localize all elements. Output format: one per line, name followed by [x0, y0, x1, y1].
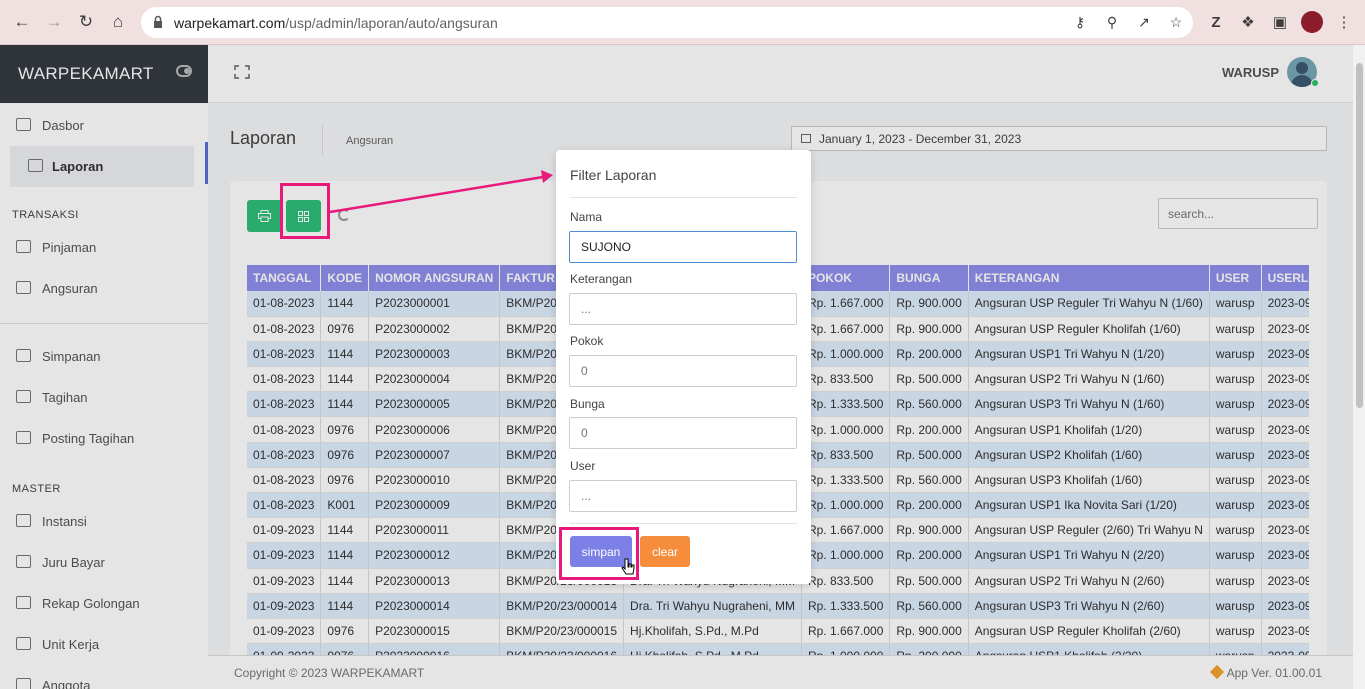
reload-icon[interactable]: ↻: [76, 12, 96, 32]
hand-cursor-icon: [621, 558, 635, 575]
kebab-menu-icon[interactable]: ⋮: [1335, 13, 1353, 31]
sidepanel-icon[interactable]: ▣: [1271, 13, 1289, 31]
forward-arrow-icon[interactable]: →: [44, 12, 64, 32]
share-icon[interactable]: ↗: [1135, 13, 1153, 31]
address-bar[interactable]: warpekamart.com/usp/admin/laporan/auto/a…: [141, 7, 1193, 38]
browser-toolbar: ← → ↻ ⌂ warpekamart.com/usp/admin/lapora…: [0, 0, 1365, 45]
page-scrollbar[interactable]: [1353, 45, 1365, 689]
web-page: WARPEKAMART Dasbor Laporan TRANSAKSI Pin…: [0, 45, 1365, 689]
extension-z-icon[interactable]: Z: [1207, 13, 1225, 31]
back-arrow-icon[interactable]: ←: [12, 12, 32, 32]
url-text[interactable]: warpekamart.com/usp/admin/laporan/auto/a…: [174, 15, 498, 31]
zoom-icon[interactable]: ⚲: [1103, 13, 1121, 31]
star-icon[interactable]: ☆: [1167, 13, 1185, 31]
puzzle-icon[interactable]: ❖: [1239, 13, 1257, 31]
scrollbar-thumb[interactable]: [1356, 63, 1363, 408]
home-icon[interactable]: ⌂: [108, 12, 128, 32]
key-icon[interactable]: ⚷: [1071, 13, 1089, 31]
annotation-arrow: [329, 170, 553, 214]
profile-avatar-icon[interactable]: [1301, 11, 1323, 33]
lock-icon: [154, 15, 162, 28]
